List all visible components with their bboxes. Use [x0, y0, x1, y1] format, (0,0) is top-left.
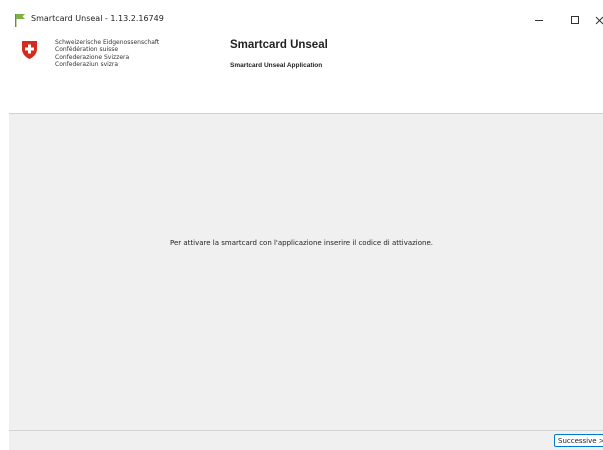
footer-bar: Successive > [9, 430, 603, 450]
close-icon [595, 16, 603, 24]
app-subtitle: Smartcard Unseal Application [230, 62, 323, 69]
minimize-button[interactable] [521, 9, 557, 31]
next-button[interactable]: Successive > [554, 434, 603, 447]
minimize-icon [535, 20, 543, 21]
main-content: Per attivare la smartcard con l'applicaz… [9, 114, 603, 430]
window-title: Smartcard Unseal - 1.13.2.16749 [31, 14, 164, 23]
app-title: Smartcard Unseal [230, 39, 328, 51]
confederation-line-rm: Confederaziun svizra [55, 60, 119, 68]
maximize-icon [571, 16, 579, 24]
confederation-text: Schweizerische Eidgenossenschaft Confédé… [55, 39, 159, 68]
app-header: Schweizerische Eidgenossenschaft Confédé… [9, 31, 603, 114]
app-flag-icon [15, 14, 25, 27]
confederation-line-de: Schweizerische Eidgenossenschaft [55, 39, 160, 46]
app-window: Smartcard Unseal - 1.13.2.16749 Schweize… [9, 9, 603, 450]
close-button[interactable] [593, 9, 603, 31]
title-bar[interactable]: Smartcard Unseal - 1.13.2.16749 [9, 9, 603, 31]
maximize-button[interactable] [557, 9, 593, 31]
swiss-shield-icon [22, 41, 37, 59]
activation-message: Per attivare la smartcard con l'applicaz… [170, 239, 433, 247]
confederation-line-it: Confederazione Svizzera [55, 53, 130, 61]
confederation-line-fr: Confédération suisse [55, 46, 119, 54]
